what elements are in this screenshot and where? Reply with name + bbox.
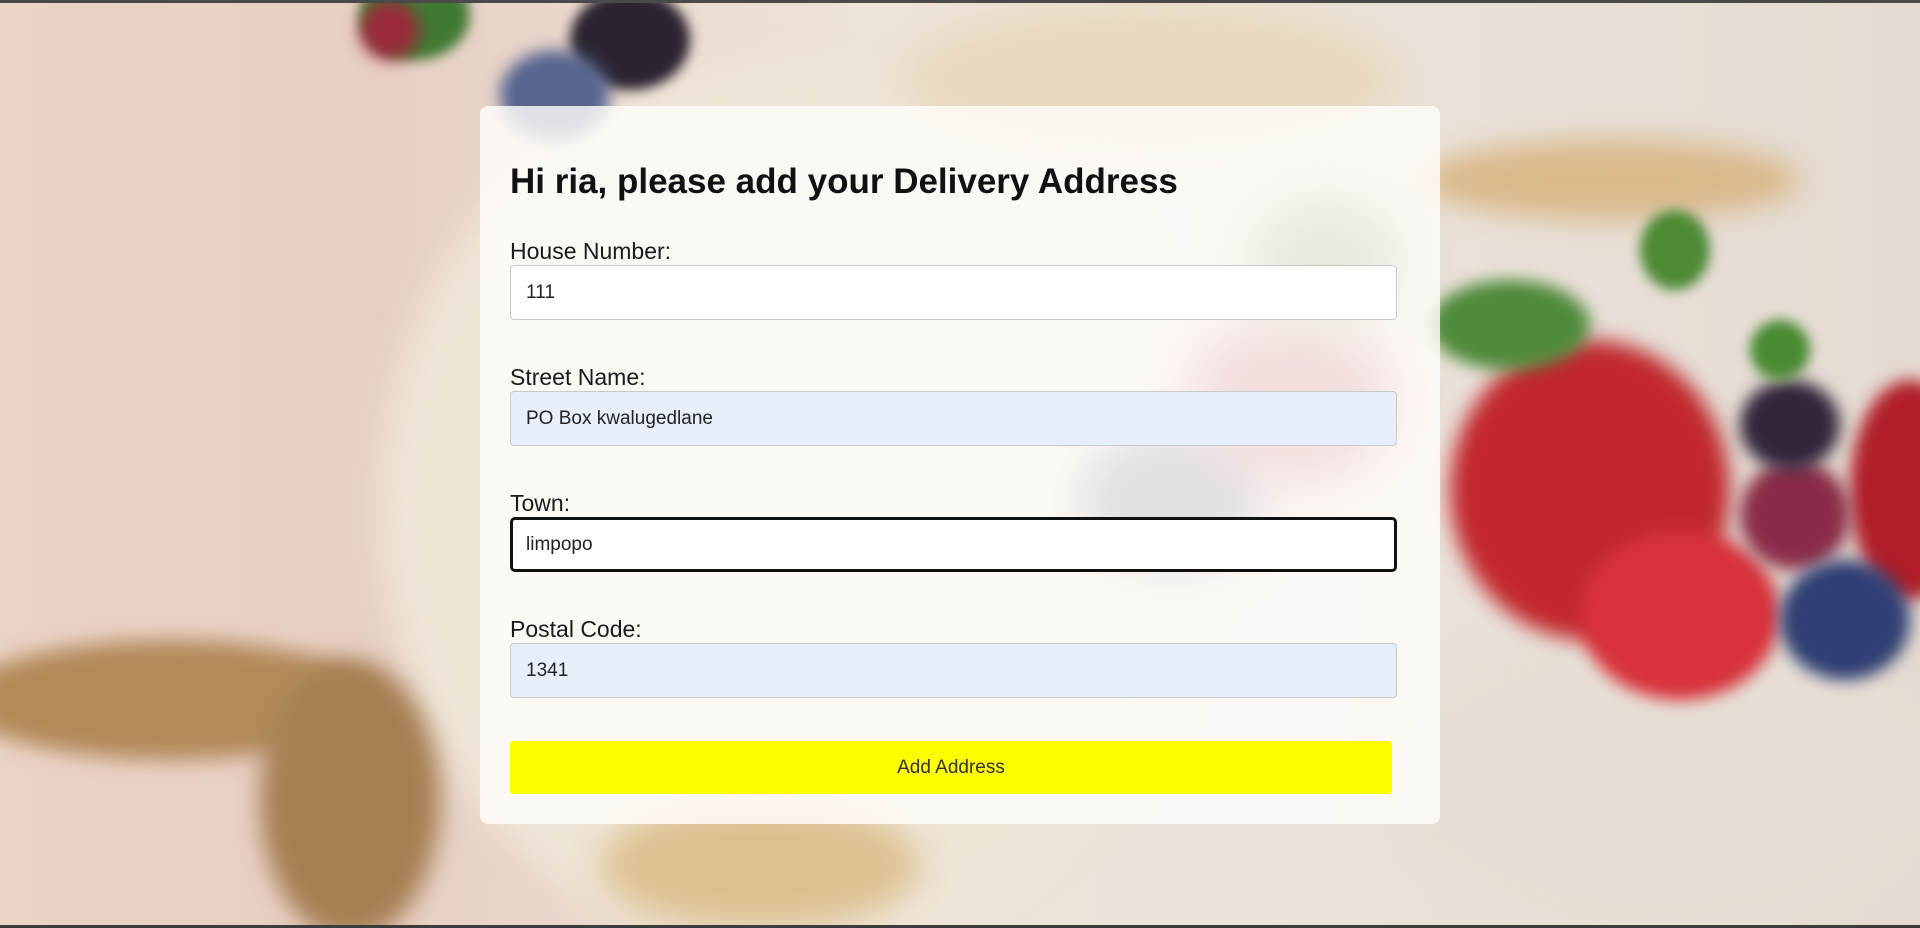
town-input[interactable] — [510, 517, 1397, 572]
house-number-input[interactable] — [510, 265, 1397, 320]
house-number-label: House Number: — [510, 238, 672, 264]
street-name-input[interactable] — [510, 391, 1397, 446]
postal-code-input[interactable] — [510, 643, 1397, 698]
page-title: Hi ria, please add your Delivery Address — [510, 162, 1178, 201]
town-label: Town: — [510, 490, 571, 516]
postal-code-label: Postal Code: — [510, 616, 642, 642]
street-name-label: Street Name: — [510, 364, 646, 390]
add-address-button[interactable]: Add Address — [510, 741, 1392, 794]
delivery-address-card: Hi ria, please add your Delivery Address… — [480, 106, 1440, 824]
browser-top-edge — [0, 0, 1920, 3]
